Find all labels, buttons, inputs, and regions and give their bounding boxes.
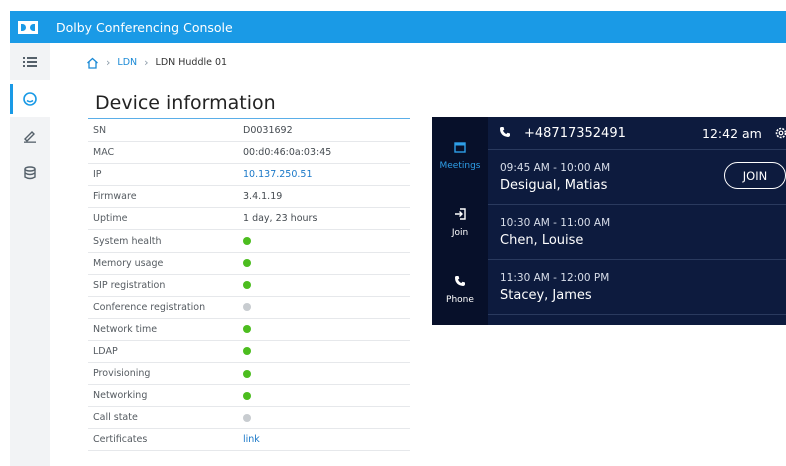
phone-icon <box>500 127 510 137</box>
edit-icon <box>24 130 36 143</box>
rail-item-list[interactable] <box>10 43 50 80</box>
list-icon <box>23 56 37 67</box>
breadcrumb-item-current: LDN Huddle 01 <box>155 57 228 68</box>
side-item-join[interactable]: Join <box>432 208 488 238</box>
device-info-table: SN D0031692 MAC 00:d0:46:0a:03:45 IP 10.137… <box>88 120 410 452</box>
status-dot <box>243 369 251 378</box>
chevron-right-icon: › <box>106 56 111 69</box>
info-row-ldap: LDAP <box>88 341 410 364</box>
side-label-meetings: Meetings <box>439 161 481 171</box>
dolby-logo[interactable] <box>10 11 46 43</box>
side-item-phone[interactable]: Phone <box>432 275 488 305</box>
app-window: Dolby Conferencing Console › LDN › LDN H… <box>0 0 786 466</box>
info-label: Network time <box>93 323 158 335</box>
meeting-organizer: Stacey, James <box>500 288 592 303</box>
info-row-provisioning: Provisioning <box>88 363 410 386</box>
database-icon <box>24 165 36 179</box>
info-label: SN <box>93 125 107 137</box>
status-dot <box>243 325 251 334</box>
info-label: System health <box>93 235 162 247</box>
info-row-call-state: Call state <box>88 407 410 430</box>
info-row-uptime: Uptime 1 day, 23 hours <box>88 208 410 231</box>
rail-item-database[interactable] <box>10 154 50 191</box>
info-label: Certificates <box>93 434 148 446</box>
status-dot <box>243 413 251 422</box>
join-icon <box>454 208 466 220</box>
info-row-conference-registration: Conference registration <box>88 297 410 319</box>
info-row-ip: IP 10.137.250.51 <box>88 164 410 187</box>
status-dot <box>243 303 251 312</box>
info-label: Provisioning <box>93 368 151 380</box>
meeting-time: 11:30 AM - 12:00 PM <box>500 272 610 284</box>
info-value: 00:d0:46:0a:03:45 <box>243 147 332 159</box>
meeting-organizer: Desigual, Matias <box>500 178 608 193</box>
info-label: Firmware <box>93 191 137 203</box>
info-label: Memory usage <box>93 257 164 269</box>
info-row-mac: MAC 00:d0:46:0a:03:45 <box>88 142 410 165</box>
status-dot <box>243 237 251 246</box>
device-clock: 12:42 am <box>702 126 762 141</box>
join-button[interactable]: JOIN <box>724 162 786 189</box>
phone-icon <box>455 276 465 286</box>
side-label-phone: Phone <box>446 295 474 305</box>
info-label: IP <box>93 169 102 181</box>
info-row-sn: SN D0031692 <box>88 120 410 143</box>
info-label: SIP registration <box>93 279 166 291</box>
info-value: 3.4.1.19 <box>243 191 283 203</box>
home-icon[interactable] <box>86 57 99 69</box>
title-underline <box>88 118 410 119</box>
info-row-system-health: System health <box>88 230 410 253</box>
rail-item-dashboard[interactable] <box>10 80 50 117</box>
meeting-item[interactable]: 10:30 AM - 11:00 AM Chen, Louise <box>488 205 786 260</box>
info-label: Call state <box>93 412 138 424</box>
info-value: D0031692 <box>243 125 293 137</box>
status-dot <box>243 259 251 268</box>
info-row-network-time: Network time <box>88 319 410 341</box>
info-label: LDAP <box>93 345 118 357</box>
device-screen-panel: Meetings Join Phone +48717352491 12:42 a… <box>432 117 786 325</box>
app-title: Dolby Conferencing Console <box>56 19 233 35</box>
side-label-join: Join <box>451 228 469 238</box>
left-rail <box>10 43 50 466</box>
info-row-sip-registration: SIP registration <box>88 275 410 297</box>
breadcrumb-item-ldn[interactable]: LDN <box>117 57 137 68</box>
info-row-networking: Networking <box>88 385 410 408</box>
info-row-memory-usage: Memory usage <box>88 253 410 275</box>
meeting-item[interactable]: 09:45 AM - 10:00 AM Desigual, Matias JOI… <box>488 150 786 205</box>
chevron-right-icon: › <box>144 56 149 69</box>
meeting-item[interactable]: 11:30 AM - 12:00 PM Stacey, James <box>488 260 786 315</box>
meeting-organizer: Chen, Louise <box>500 233 584 248</box>
status-dot <box>243 391 251 400</box>
top-bar: Dolby Conferencing Console <box>10 11 786 43</box>
gear-icon[interactable] <box>774 126 786 140</box>
info-label: Conference registration <box>93 301 206 313</box>
info-value: 1 day, 23 hours <box>243 213 318 225</box>
status-dot <box>243 347 251 356</box>
status-dot <box>243 281 251 290</box>
info-row-firmware: Firmware 3.4.1.19 <box>88 186 410 209</box>
dashboard-icon <box>23 91 37 106</box>
info-label: MAC <box>93 147 115 159</box>
device-phone-number: +48717352491 <box>524 126 626 141</box>
certificates-link[interactable]: link <box>243 434 260 445</box>
device-side-nav: Meetings Join Phone <box>432 117 488 325</box>
meeting-time: 10:30 AM - 11:00 AM <box>500 217 611 229</box>
info-label: Uptime <box>93 213 128 225</box>
calendar-icon <box>454 142 466 153</box>
breadcrumb: › LDN › LDN Huddle 01 <box>86 56 227 69</box>
device-status-bar: +48717352491 12:42 am <box>488 117 786 150</box>
info-row-certificates: Certificates link <box>88 429 410 452</box>
rail-item-edit[interactable] <box>10 117 50 154</box>
ip-link[interactable]: 10.137.250.51 <box>243 169 313 180</box>
page-title: Device information <box>95 92 276 114</box>
meeting-time: 09:45 AM - 10:00 AM <box>500 162 611 174</box>
side-item-meetings[interactable]: Meetings <box>432 141 488 171</box>
info-label: Networking <box>93 390 148 402</box>
